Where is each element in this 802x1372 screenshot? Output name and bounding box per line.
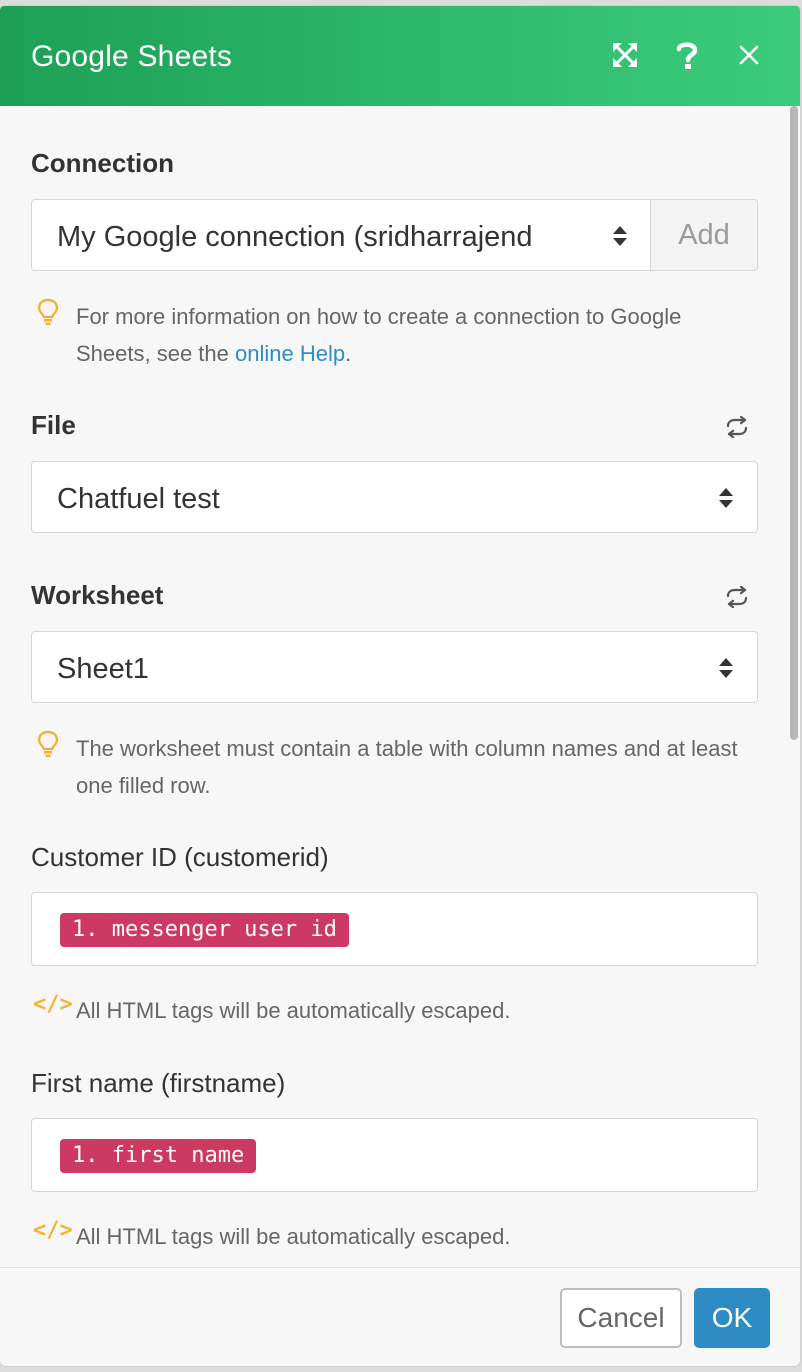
file-label: File — [31, 410, 76, 440]
mapped-token[interactable]: 1. messenger user id — [60, 913, 349, 947]
worksheet-value: Sheet1 — [57, 653, 149, 685]
first-name-hint: All HTML tags will be automatically esca… — [76, 1224, 511, 1249]
worksheet-select[interactable]: Sheet1 — [31, 631, 758, 703]
help-icon[interactable] — [670, 38, 704, 72]
customer-id-hint: All HTML tags will be automatically esca… — [76, 998, 511, 1023]
first-name-label: First name (firstname) — [31, 1068, 286, 1098]
sort-arrows-icon — [613, 226, 627, 246]
close-icon[interactable] — [732, 38, 766, 72]
connection-select[interactable]: My Google connection (sridharrajend — [31, 199, 651, 271]
first-name-input[interactable]: 1. first name — [31, 1118, 758, 1192]
file-value: Chatfuel test — [57, 483, 220, 515]
connection-value: My Google connection (sridharrajend — [57, 221, 533, 253]
connection-hint: For more information on how to create a … — [76, 298, 716, 372]
expand-icon-svg — [613, 43, 637, 67]
scrollbar-thumb[interactable] — [790, 106, 798, 740]
mapped-token[interactable]: 1. first name — [60, 1139, 257, 1173]
sort-arrows-icon — [719, 488, 733, 508]
add-connection-button[interactable]: Add — [650, 199, 758, 271]
connection-label: Connection — [31, 148, 174, 178]
module-settings-dialog: Google Sheets Connection My Google conne… — [0, 6, 800, 1366]
cancel-button[interactable]: Cancel — [560, 1288, 682, 1348]
ok-button[interactable]: OK — [694, 1288, 770, 1348]
code-tag-icon: </> — [33, 1218, 73, 1243]
dialog-header: Google Sheets — [0, 6, 800, 106]
refresh-icon[interactable] — [723, 416, 751, 438]
worksheet-label: Worksheet — [31, 580, 164, 610]
dialog-title: Google Sheets — [31, 40, 233, 73]
sort-arrows-icon — [719, 658, 733, 678]
lightbulb-icon — [37, 298, 59, 325]
help-icon-svg — [676, 42, 698, 69]
expand-icon[interactable] — [608, 38, 642, 72]
scrollbar[interactable] — [788, 106, 800, 746]
connection-hint-text: For more information on how to create a … — [76, 304, 682, 366]
refresh-icon[interactable] — [723, 586, 751, 608]
worksheet-hint: The worksheet must contain a table with … — [76, 736, 738, 798]
lightbulb-icon — [37, 730, 59, 757]
close-icon-svg — [739, 45, 759, 65]
file-select[interactable]: Chatfuel test — [31, 461, 758, 533]
customer-id-input[interactable]: 1. messenger user id — [31, 892, 758, 966]
connection-hint-suffix: . — [345, 341, 352, 366]
dialog-footer: Cancel OK — [0, 1267, 800, 1366]
customer-id-label: Customer ID (customerid) — [31, 842, 329, 872]
code-tag-icon: </> — [33, 992, 73, 1017]
online-help-link[interactable]: online Help — [235, 341, 345, 366]
